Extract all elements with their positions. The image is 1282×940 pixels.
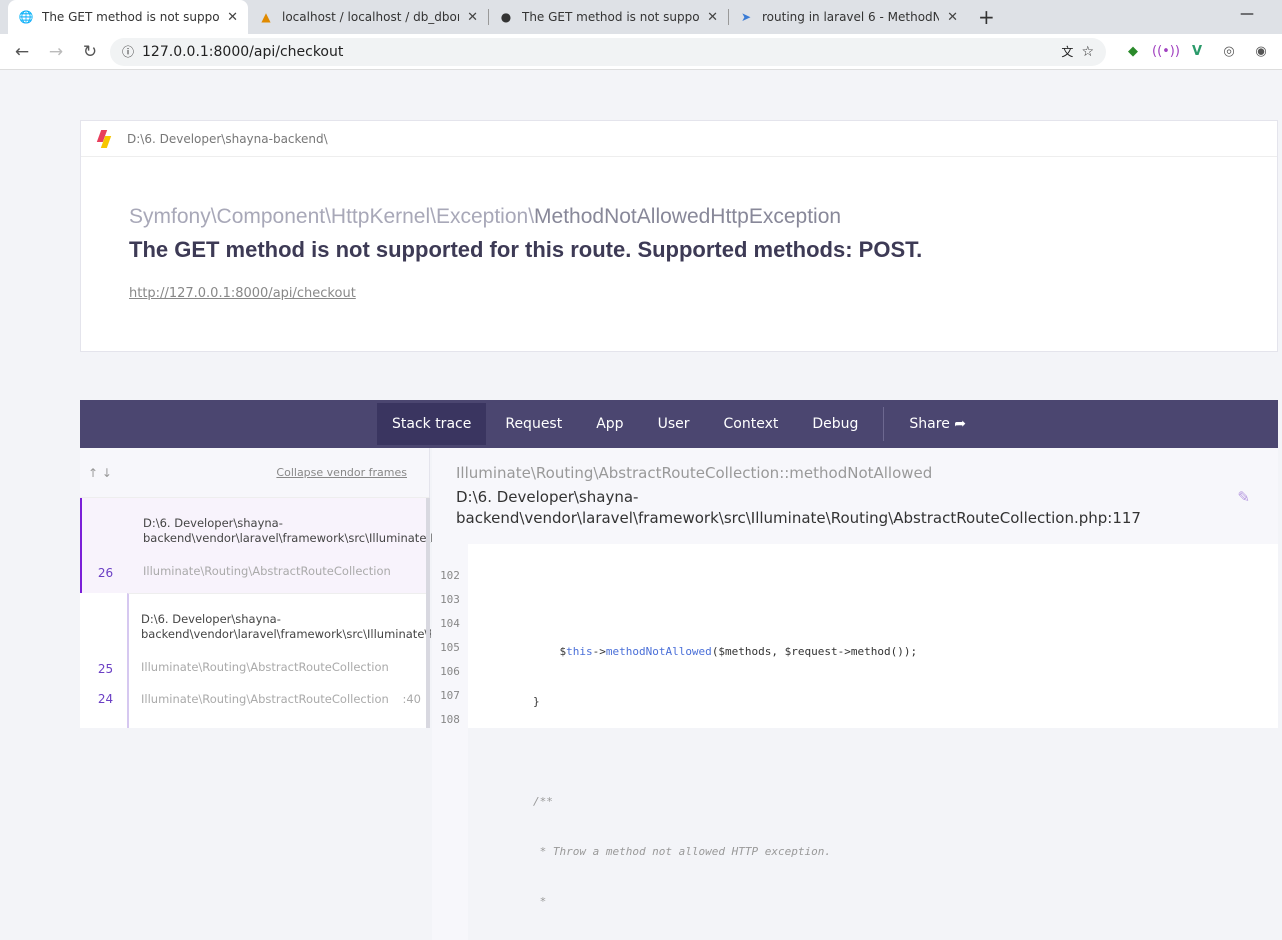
stack-frame[interactable]: D:\6. Developer\shayna- backend\vendor\l… (98, 593, 431, 688)
browser-tab[interactable]: ●The GET method is not supported✕ (488, 0, 728, 34)
share-icon: ➦ (954, 416, 966, 432)
exception-class: Symfony\Component\HttpKernel\Exception\M… (129, 205, 842, 228)
avatar[interactable]: ◉ (1248, 44, 1274, 59)
exception-message: The GET method is not supported for this… (129, 237, 923, 262)
back-icon[interactable]: ← (8, 42, 36, 62)
browser-toolbar: ← → ↻ ⓘ 127.0.0.1:8000/api/checkout 文 ☆ ◆ (… (0, 34, 1282, 70)
tab-user[interactable]: User (643, 403, 705, 445)
vue-devtools-icon[interactable]: V (1184, 44, 1210, 59)
stack-frames: ↑ ↓ Collapse vendor frames D:\6. Develope… (80, 448, 433, 728)
ignition-logo-icon (96, 129, 112, 148)
stackoverflow-icon: ➤ (740, 10, 752, 24)
address-bar[interactable]: ⓘ 127.0.0.1:8000/api/checkout 文 ☆ (110, 37, 1106, 66)
frame-nav-arrows-icon[interactable]: ↑ ↓ (88, 466, 112, 480)
tab-request[interactable]: Request (490, 403, 577, 445)
tab-stack-trace[interactable]: Stack trace (376, 403, 487, 445)
tab-debug[interactable]: Debug (797, 403, 873, 445)
star-icon[interactable]: ☆ (1081, 44, 1094, 60)
info-icon: ⓘ (122, 45, 135, 59)
translate-icon[interactable]: 文 (1061, 43, 1073, 60)
frame-file: D:\6. Developer\shayna-backend\vendor\la… (456, 488, 1141, 527)
browser-tab[interactable]: ➤routing in laravel 6 - MethodNotAllowed… (728, 0, 968, 34)
tab-nav: Stack trace Request App User Context Deb… (80, 400, 1278, 448)
new-tab-button[interactable]: + (968, 5, 1005, 29)
minimize-button[interactable]: — (1240, 6, 1254, 22)
line-numbers: 102 103 104 105 106 107 108 (432, 544, 468, 940)
extension-icon[interactable]: ◆ (1120, 44, 1146, 59)
close-icon[interactable]: ✕ (227, 10, 238, 25)
extension-icon[interactable]: ◎ (1216, 44, 1242, 59)
extension-icon[interactable]: ((•)) (1152, 44, 1180, 59)
close-icon[interactable]: ✕ (947, 10, 958, 25)
phpmyadmin-icon: ▲ (261, 10, 271, 24)
tab-app[interactable]: App (581, 403, 638, 445)
divider (883, 407, 885, 441)
browser-tab[interactable]: 🌐The GET method is not supported✕ (8, 0, 248, 34)
frame-detail: Illuminate\Routing\AbstractRouteCollecti… (432, 448, 1278, 940)
stack-frame[interactable]: D:\6. Developer\shayna- backend\vendor\l… (80, 498, 433, 593)
close-icon[interactable]: ✕ (467, 10, 478, 25)
request-url-link[interactable]: http://127.0.0.1:8000/api/checkout (129, 286, 356, 301)
error-header: D:\6. Developer\shayna-backend\ Symfony\… (80, 120, 1278, 352)
collapse-vendor-frames-link[interactable]: Collapse vendor frames (276, 466, 407, 479)
close-icon[interactable]: ✕ (707, 10, 718, 25)
project-path: D:\6. Developer\shayna-backend\ (81, 121, 1277, 157)
forward-icon[interactable]: → (42, 42, 70, 62)
share-button[interactable]: Share ➦ (894, 403, 981, 445)
scrollbar[interactable] (426, 498, 430, 728)
github-icon: ● (500, 10, 512, 24)
browser-tab[interactable]: ▲ localhost / localhost / db_dboms ✕ (248, 0, 488, 34)
tab-context[interactable]: Context (709, 403, 794, 445)
frame-class: Illuminate\Routing\AbstractRouteCollecti… (456, 464, 933, 482)
code-snippet: 102 103 104 105 106 107 108 $this->methodNotAl… (432, 544, 1278, 940)
tab-strip: 🌐The GET method is not supported✕ ▲local… (0, 0, 1282, 34)
stack-frame[interactable]: Illuminate\Routing\AbstractRouteCollecti… (98, 688, 429, 728)
globe-icon: 🌐 (18, 10, 34, 24)
edit-pencil-icon[interactable]: ✎ (1237, 488, 1250, 506)
reload-icon[interactable]: ↻ (76, 42, 104, 62)
